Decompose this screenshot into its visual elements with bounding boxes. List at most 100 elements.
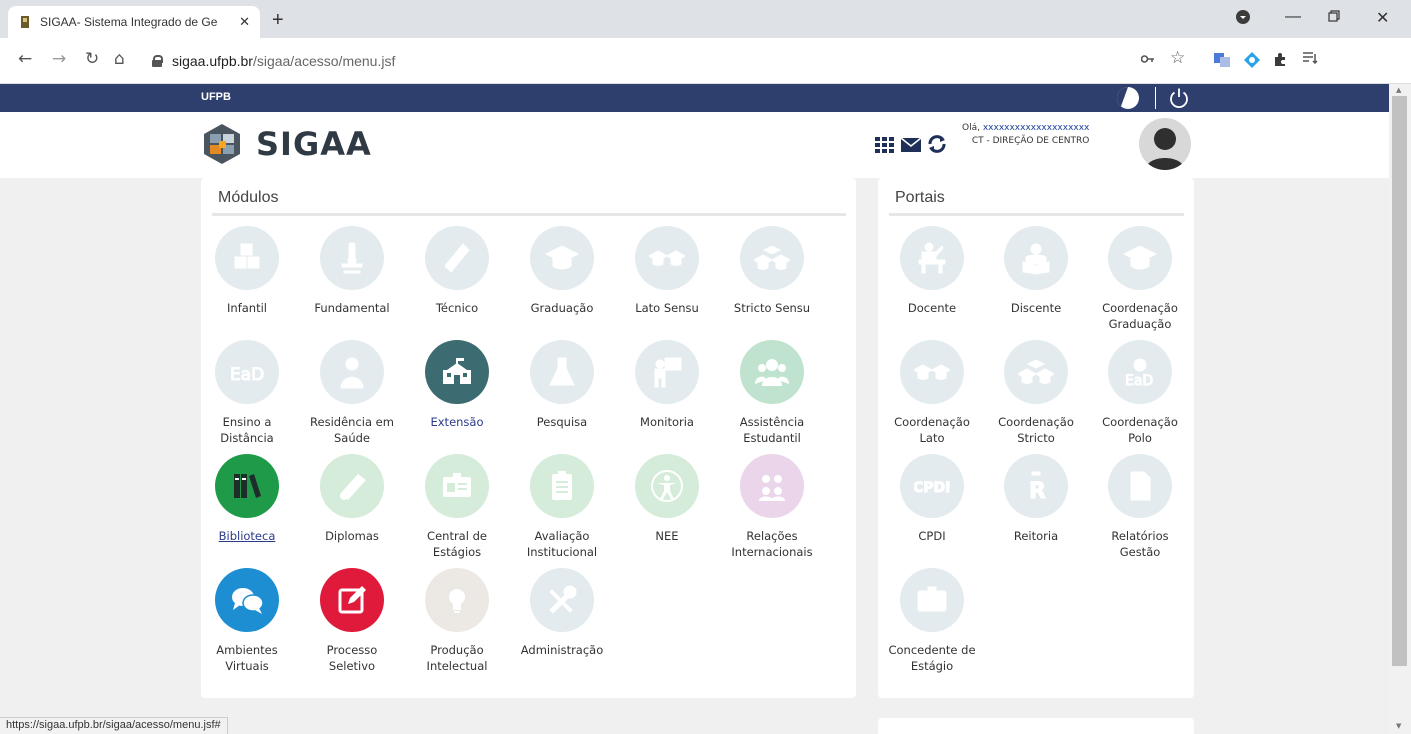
scroll-down-icon[interactable]: ▼ <box>1396 722 1401 730</box>
sigaa-logo[interactable]: SIGAA <box>200 122 372 166</box>
triple-cap-icon <box>1004 340 1068 404</box>
group-icon <box>740 340 804 404</box>
portal-label: Docente <box>907 301 957 315</box>
module-ead[interactable]: EaD Ensino a Distância <box>197 340 297 446</box>
portal-coordenacao-stricto[interactable]: Coordenação Stricto <box>986 340 1086 446</box>
ufpb-brand: UFPB <box>201 91 231 103</box>
flask-icon <box>530 340 594 404</box>
switch-module-icon[interactable] <box>926 133 948 155</box>
restore-icon[interactable] <box>1328 9 1340 27</box>
extensions-puzzle-icon[interactable] <box>1273 52 1288 70</box>
portal-coordenacao-polo[interactable]: EaD Coordenação Polo <box>1090 340 1190 446</box>
module-graduacao[interactable]: Graduação <box>512 226 612 316</box>
page-scrollbar[interactable]: ▲ ▼ <box>1389 84 1411 734</box>
module-label: Stricto Sensu <box>733 301 811 315</box>
module-lato-sensu[interactable]: Lato Sensu <box>617 226 717 316</box>
student-reading-icon <box>1004 226 1068 290</box>
module-assistencia-estudantil[interactable]: Assistência Estudantil <box>722 340 822 446</box>
sigaa-top-bar: UFPB <box>0 84 1389 112</box>
portals-divider <box>889 213 1184 216</box>
module-diplomas[interactable]: Diplomas <box>302 454 402 544</box>
profile-icon[interactable] <box>1236 10 1250 29</box>
triple-cap-icon <box>740 226 804 290</box>
module-processo-seletivo[interactable]: Processo Seletivo <box>302 568 402 674</box>
scroll-thumb[interactable] <box>1392 96 1407 666</box>
portal-cpdi[interactable]: CPDI CPDI <box>882 454 982 544</box>
lightbulb-icon <box>425 568 489 632</box>
clipboard-icon <box>530 454 594 518</box>
browser-tab[interactable]: SIGAA- Sistema Integrado de Ge ✕ <box>8 6 260 38</box>
ead-polo-icon: EaD <box>1108 340 1172 404</box>
module-ambientes-virtuais[interactable]: Ambientes Virtuais <box>197 568 297 674</box>
portal-coordenacao-graduacao[interactable]: Coordenação Graduação <box>1090 226 1190 332</box>
home-icon[interactable]: ⌂ <box>114 51 125 68</box>
module-extensao[interactable]: Extensão <box>407 340 507 430</box>
module-nee[interactable]: NEE <box>617 454 717 544</box>
extension-diamond-icon[interactable] <box>1244 52 1260 71</box>
portals-title: Portais <box>895 189 945 206</box>
reload-icon[interactable]: ↻ <box>85 51 99 68</box>
module-monitoria[interactable]: Monitoria <box>617 340 717 430</box>
translate-extension-icon[interactable] <box>1214 52 1230 71</box>
key-icon[interactable] <box>1140 52 1155 67</box>
module-label: Extensão <box>430 415 484 429</box>
portal-docente[interactable]: Docente <box>882 226 982 316</box>
module-tecnico[interactable]: Técnico <box>407 226 507 316</box>
address-bar[interactable]: sigaa.ufpb.br/sigaa/acesso/menu.jsf <box>140 46 1210 76</box>
module-avaliacao-institucional[interactable]: Avaliação Institucional <box>512 454 612 560</box>
portal-label: Coordenação Polo <box>1102 415 1178 445</box>
mail-icon[interactable] <box>900 133 922 155</box>
portal-discente[interactable]: Discente <box>986 226 1086 316</box>
portal-coordenacao-lato[interactable]: Coordenação Lato <box>882 340 982 446</box>
module-administracao[interactable]: Administração <box>512 568 612 658</box>
double-cap-icon <box>635 226 699 290</box>
close-tab-icon[interactable]: ✕ <box>239 14 250 30</box>
lock-icon <box>152 55 163 67</box>
contrast-toggle-icon[interactable] <box>1117 87 1139 109</box>
module-relacoes-internacionais[interactable]: Relações Internacionais <box>722 454 822 560</box>
module-central-estagios[interactable]: Central de Estágios <box>407 454 507 560</box>
apps-grid-icon[interactable] <box>874 133 896 155</box>
module-pesquisa[interactable]: Pesquisa <box>512 340 612 430</box>
module-label: Monitoria <box>640 415 694 429</box>
books-icon <box>215 454 279 518</box>
tab-title: SIGAA- Sistema Integrado de Ge <box>40 15 218 29</box>
teacher-board-icon <box>635 340 699 404</box>
forward-icon[interactable]: → <box>52 51 66 68</box>
diploma-icon <box>320 454 384 518</box>
module-label: Lato Sensu <box>635 301 699 315</box>
sigaa-logo-text: SIGAA <box>256 125 372 163</box>
svg-text:CPDI: CPDI <box>914 480 950 496</box>
reading-list-icon[interactable] <box>1303 52 1318 67</box>
badge-icon <box>900 568 964 632</box>
scroll-up-icon[interactable]: ▲ <box>1396 86 1401 94</box>
portal-concedente-estagio[interactable]: Concedente de Estágio <box>882 568 982 674</box>
module-infantil[interactable]: Infantil <box>197 226 297 316</box>
module-stricto-sensu[interactable]: Stricto Sensu <box>722 226 822 316</box>
reitoria-icon: R <box>1004 454 1068 518</box>
portal-relatorios-gestao[interactable]: Relatórios Gestão <box>1090 454 1190 560</box>
module-residencia-saude[interactable]: Residência em Saúde <box>302 340 402 446</box>
user-name[interactable]: xxxxxxxxxxxxxxxxxxxx <box>983 123 1090 133</box>
module-label: Ambientes Virtuais <box>216 643 278 673</box>
logout-power-icon[interactable] <box>1168 87 1190 109</box>
module-producao-intelectual[interactable]: Produção Intelectual <box>407 568 507 674</box>
minimize-icon[interactable]: — <box>1285 8 1301 26</box>
edit-form-icon <box>320 568 384 632</box>
close-window-icon[interactable]: ✕ <box>1376 8 1389 28</box>
avatar[interactable] <box>1139 118 1191 170</box>
bookmark-star-icon[interactable]: ☆ <box>1170 50 1185 67</box>
document-icon <box>1108 454 1172 518</box>
back-icon[interactable]: ← <box>18 51 32 68</box>
portal-label: Coordenação Stricto <box>998 415 1074 445</box>
new-tab-icon[interactable]: + <box>272 10 284 30</box>
graduation-cap-icon <box>1108 226 1172 290</box>
portal-reitoria[interactable]: R Reitoria <box>986 454 1086 544</box>
lower-panel <box>878 718 1194 734</box>
people-exchange-icon <box>740 454 804 518</box>
browser-toolbar: ← → ↻ ⌂ sigaa.ufpb.br/sigaa/acesso/menu.… <box>0 38 1411 84</box>
module-biblioteca[interactable]: Biblioteca <box>197 454 297 544</box>
user-silhouette-icon <box>1145 128 1185 170</box>
modules-title: Módulos <box>218 189 279 206</box>
module-fundamental[interactable]: Fundamental <box>302 226 402 316</box>
